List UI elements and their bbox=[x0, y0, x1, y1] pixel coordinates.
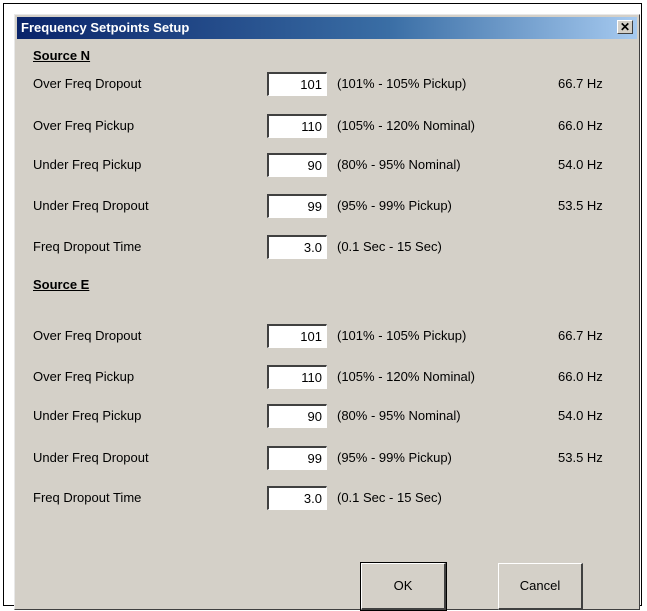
row-label: Under Freq Pickup bbox=[33, 408, 142, 423]
row-label: Over Freq Pickup bbox=[33, 369, 135, 384]
over-freq-dropout-e-input[interactable]: 101 bbox=[267, 324, 327, 348]
hz-readout: 54.0 Hz bbox=[558, 408, 603, 423]
row-label: Under Freq Dropout bbox=[33, 450, 149, 465]
range-hint: (101% - 105% Pickup) bbox=[337, 328, 467, 343]
under-freq-pickup-n-input[interactable]: 90 bbox=[267, 153, 327, 177]
hz-readout: 53.5 Hz bbox=[558, 450, 603, 465]
over-freq-pickup-n-input[interactable]: 110 bbox=[267, 114, 327, 138]
row-label: Under Freq Pickup bbox=[33, 157, 142, 172]
row-label: Freq Dropout Time bbox=[33, 239, 142, 254]
section-heading-source-n: Source N bbox=[33, 48, 91, 63]
range-hint: (0.1 Sec - 15 Sec) bbox=[337, 239, 442, 254]
row-label: Over Freq Pickup bbox=[33, 118, 135, 133]
range-hint: (80% - 95% Nominal) bbox=[337, 408, 461, 423]
range-hint: (80% - 95% Nominal) bbox=[337, 157, 461, 172]
under-freq-pickup-e-input[interactable]: 90 bbox=[267, 404, 327, 428]
hz-readout: 53.5 Hz bbox=[558, 198, 603, 213]
hz-readout: 54.0 Hz bbox=[558, 157, 603, 172]
ok-button[interactable]: OK bbox=[360, 562, 447, 611]
row-label: Over Freq Dropout bbox=[33, 328, 142, 343]
hz-readout: 66.7 Hz bbox=[558, 76, 603, 91]
title-bar: Frequency Setpoints Setup ✕ bbox=[17, 17, 637, 39]
section-heading-source-e: Source E bbox=[33, 277, 90, 292]
frequency-setpoints-dialog: Frequency Setpoints Setup ✕ Source N Ove… bbox=[14, 14, 640, 611]
over-freq-pickup-e-input[interactable]: 110 bbox=[267, 365, 327, 389]
under-freq-dropout-e-input[interactable]: 99 bbox=[267, 446, 327, 470]
under-freq-dropout-n-input[interactable]: 99 bbox=[267, 194, 327, 218]
row-label: Freq Dropout Time bbox=[33, 490, 142, 505]
range-hint: (95% - 99% Pickup) bbox=[337, 450, 452, 465]
hz-readout: 66.7 Hz bbox=[558, 328, 603, 343]
row-label: Under Freq Dropout bbox=[33, 198, 149, 213]
range-hint: (95% - 99% Pickup) bbox=[337, 198, 452, 213]
close-button[interactable]: ✕ bbox=[617, 20, 633, 34]
close-icon: ✕ bbox=[619, 20, 631, 34]
freq-dropout-time-n-input[interactable]: 3.0 bbox=[267, 235, 327, 259]
hz-readout: 66.0 Hz bbox=[558, 369, 603, 384]
range-hint: (0.1 Sec - 15 Sec) bbox=[337, 490, 442, 505]
range-hint: (105% - 120% Nominal) bbox=[337, 118, 476, 133]
hz-readout: 66.0 Hz bbox=[558, 118, 603, 133]
dialog-title: Frequency Setpoints Setup bbox=[21, 20, 190, 35]
over-freq-dropout-n-input[interactable]: 101 bbox=[267, 72, 327, 96]
cancel-button[interactable]: Cancel bbox=[498, 563, 583, 610]
row-label: Over Freq Dropout bbox=[33, 76, 142, 91]
range-hint: (101% - 105% Pickup) bbox=[337, 76, 467, 91]
freq-dropout-time-e-input[interactable]: 3.0 bbox=[267, 486, 327, 510]
range-hint: (105% - 120% Nominal) bbox=[337, 369, 476, 384]
